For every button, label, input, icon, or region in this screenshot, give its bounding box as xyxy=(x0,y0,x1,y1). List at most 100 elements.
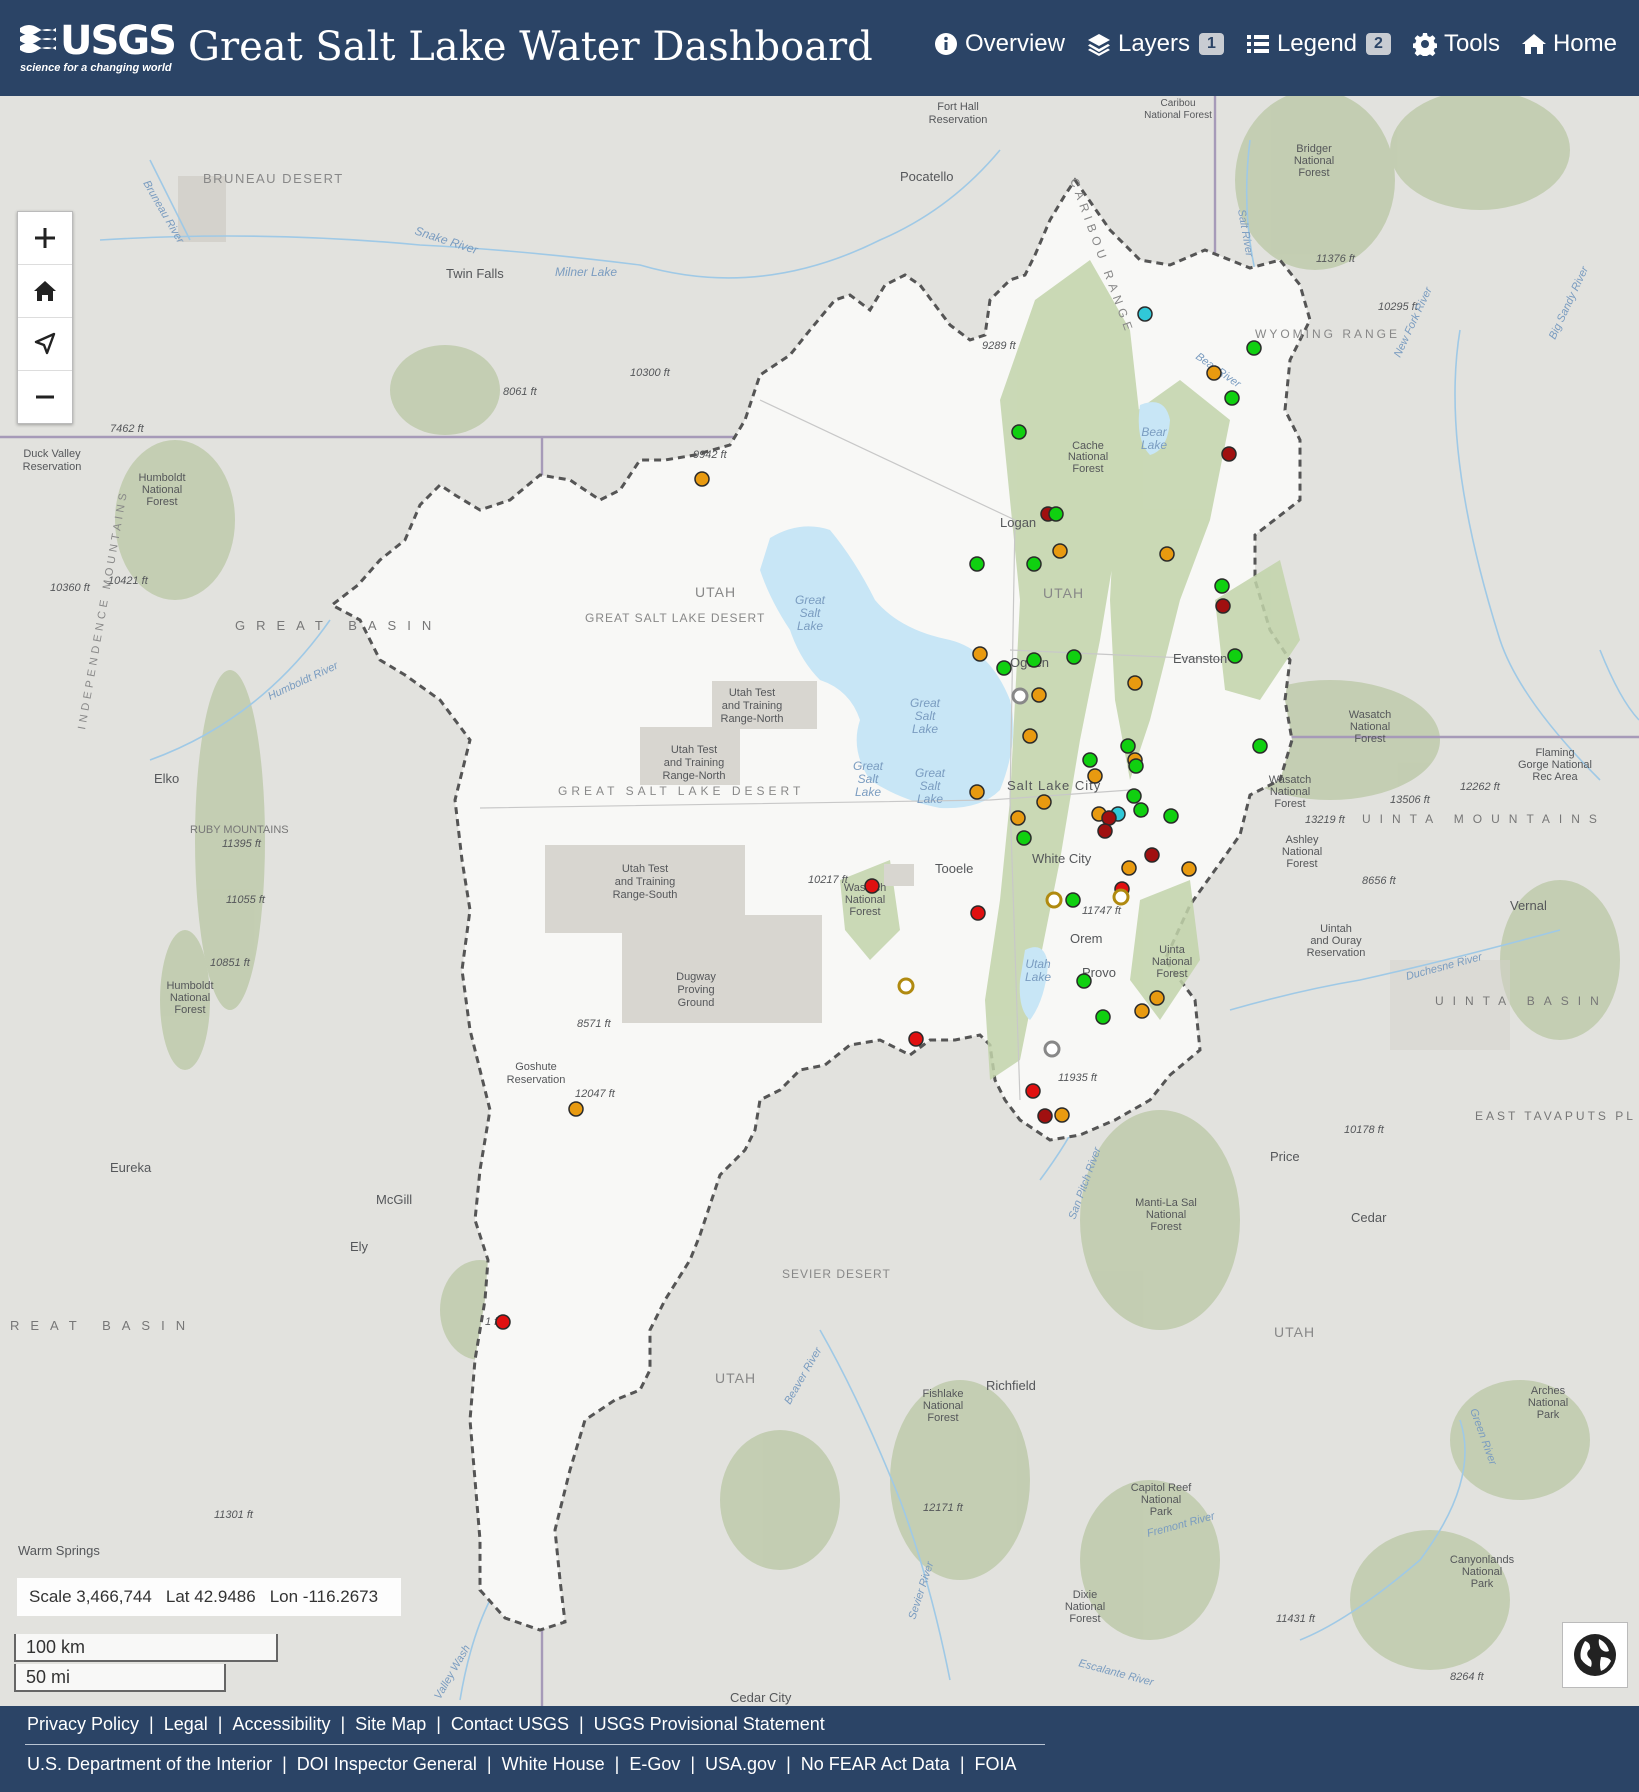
footer-link[interactable]: DOI Inspector General xyxy=(297,1754,477,1775)
site-marker-green[interactable] xyxy=(1065,892,1081,908)
footer-link[interactable]: Privacy Policy xyxy=(27,1714,139,1735)
site-marker-orange[interactable] xyxy=(1022,728,1038,744)
site-marker-hollow-olive[interactable] xyxy=(897,977,915,995)
svg-text:Gorge National: Gorge National xyxy=(1518,759,1592,771)
site-marker-green[interactable] xyxy=(1076,973,1092,989)
site-marker-dark-red[interactable] xyxy=(1144,847,1160,863)
svg-text:Orem: Orem xyxy=(1070,931,1103,946)
site-marker-cyan[interactable] xyxy=(1137,306,1153,322)
footer-link[interactable]: Contact USGS xyxy=(451,1714,569,1735)
site-marker-orange[interactable] xyxy=(1134,1003,1150,1019)
basemap-toggle-button[interactable] xyxy=(1562,1622,1628,1688)
site-marker-dark-red[interactable] xyxy=(1101,810,1117,826)
site-marker-orange[interactable] xyxy=(969,784,985,800)
site-marker-green[interactable] xyxy=(1214,578,1230,594)
site-marker-red[interactable] xyxy=(970,905,986,921)
site-marker-orange[interactable] xyxy=(568,1101,584,1117)
site-marker-green[interactable] xyxy=(1163,808,1179,824)
svg-text:13219 ft: 13219 ft xyxy=(1305,814,1346,826)
map-view[interactable]: BRUNEAU DESERT Bruneau River Snake River… xyxy=(0,96,1639,1706)
footer-link[interactable]: USA.gov xyxy=(705,1754,776,1775)
site-marker-green[interactable] xyxy=(1026,652,1042,668)
svg-text:BRUNEAU DESERT: BRUNEAU DESERT xyxy=(203,171,344,186)
footer-link[interactable]: No FEAR Act Data xyxy=(801,1754,950,1775)
site-marker-hollow-gray[interactable] xyxy=(1011,687,1029,705)
site-marker-red[interactable] xyxy=(864,878,880,894)
footer-link[interactable]: Site Map xyxy=(355,1714,426,1735)
site-marker-green[interactable] xyxy=(1016,830,1032,846)
site-marker-orange[interactable] xyxy=(1206,365,1222,381)
site-marker-green[interactable] xyxy=(1066,649,1082,665)
svg-text:Goshute: Goshute xyxy=(515,1061,557,1073)
default-extent-button[interactable] xyxy=(18,265,72,318)
nav-legend[interactable]: Legend 2 xyxy=(1246,30,1391,58)
site-marker-green[interactable] xyxy=(1126,788,1142,804)
site-marker-orange[interactable] xyxy=(1181,861,1197,877)
site-marker-orange[interactable] xyxy=(1036,794,1052,810)
site-marker-green[interactable] xyxy=(1224,390,1240,406)
site-marker-green[interactable] xyxy=(1227,648,1243,664)
site-marker-green[interactable] xyxy=(1128,758,1144,774)
site-marker-green[interactable] xyxy=(996,660,1012,676)
site-marker-green[interactable] xyxy=(1048,506,1064,522)
site-marker-green[interactable] xyxy=(1082,752,1098,768)
page-title: Great Salt Lake Water Dashboard xyxy=(188,24,873,70)
site-marker-orange[interactable] xyxy=(1052,543,1068,559)
nav-overview[interactable]: Overview xyxy=(934,30,1065,58)
footer-link[interactable]: White House xyxy=(502,1754,605,1775)
site-marker-hollow-olive[interactable] xyxy=(1112,888,1130,906)
footer-link[interactable]: Legal xyxy=(164,1714,208,1735)
site-marker-green[interactable] xyxy=(1026,556,1042,572)
nav-home[interactable]: Home xyxy=(1521,30,1617,58)
site-marker-dark-red[interactable] xyxy=(1037,1108,1053,1124)
site-marker-green[interactable] xyxy=(1252,738,1268,754)
svg-text:Warm Springs: Warm Springs xyxy=(18,1543,100,1558)
site-marker-green[interactable] xyxy=(1011,424,1027,440)
site-marker-red[interactable] xyxy=(1025,1083,1041,1099)
footer-link[interactable]: U.S. Department of the Interior xyxy=(27,1754,272,1775)
site-marker-hollow-gray[interactable] xyxy=(1043,1040,1061,1058)
zoom-out-button[interactable] xyxy=(18,371,72,423)
site-marker-orange[interactable] xyxy=(1127,675,1143,691)
site-marker-orange[interactable] xyxy=(1087,768,1103,784)
svg-text:11395 ft: 11395 ft xyxy=(222,838,262,850)
footer-link[interactable]: USGS Provisional Statement xyxy=(594,1714,825,1735)
svg-text:Forest: Forest xyxy=(1069,1613,1100,1625)
layers-count-badge: 1 xyxy=(1199,33,1224,55)
scale-readout: Scale 3,466,744 xyxy=(29,1587,152,1606)
usgs-logo[interactable]: USGS science for a changing world xyxy=(20,20,177,80)
zoom-in-button[interactable] xyxy=(18,212,72,265)
site-marker-dark-red[interactable] xyxy=(1221,446,1237,462)
site-marker-orange[interactable] xyxy=(1121,860,1137,876)
site-marker-orange[interactable] xyxy=(1149,990,1165,1006)
svg-text:12262 ft: 12262 ft xyxy=(1460,781,1501,793)
footer-link[interactable]: E-Gov xyxy=(629,1754,680,1775)
site-marker-hollow-olive[interactable] xyxy=(1045,891,1063,909)
site-marker-red[interactable] xyxy=(908,1031,924,1047)
site-marker-green[interactable] xyxy=(1120,738,1136,754)
svg-text:10217 ft: 10217 ft xyxy=(808,874,849,886)
site-marker-red[interactable] xyxy=(495,1314,511,1330)
site-marker-orange[interactable] xyxy=(1159,546,1175,562)
site-marker-orange[interactable] xyxy=(694,471,710,487)
footer-link[interactable]: Accessibility xyxy=(232,1714,330,1735)
site-marker-green[interactable] xyxy=(1133,802,1149,818)
site-marker-green[interactable] xyxy=(1246,340,1262,356)
site-marker-orange[interactable] xyxy=(1010,810,1026,826)
site-marker-orange[interactable] xyxy=(1031,687,1047,703)
locate-button[interactable] xyxy=(18,318,72,371)
svg-text:Evanston: Evanston xyxy=(1173,651,1227,666)
svg-text:Manti-La Sal: Manti-La Sal xyxy=(1135,1197,1197,1209)
footer-link[interactable]: FOIA xyxy=(975,1754,1017,1775)
nav-layers[interactable]: Layers 1 xyxy=(1087,30,1224,58)
svg-text:10300 ft: 10300 ft xyxy=(630,367,671,379)
site-marker-dark-red[interactable] xyxy=(1215,598,1231,614)
svg-text:11431 ft: 11431 ft xyxy=(1276,1613,1316,1625)
site-marker-green[interactable] xyxy=(969,556,985,572)
nav-tools[interactable]: Tools xyxy=(1412,30,1500,58)
site-marker-orange[interactable] xyxy=(1054,1107,1070,1123)
site-marker-orange[interactable] xyxy=(972,646,988,662)
svg-text:11301 ft: 11301 ft xyxy=(214,1509,254,1521)
site-marker-dark-red[interactable] xyxy=(1097,823,1113,839)
site-marker-green[interactable] xyxy=(1095,1009,1111,1025)
